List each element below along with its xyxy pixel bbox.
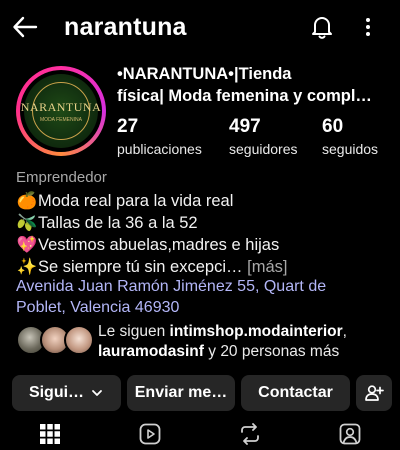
suggested-users-button[interactable] bbox=[356, 375, 392, 411]
stat-followers[interactable]: 497 seguidores bbox=[229, 116, 298, 157]
profile-full-name: •NARANTUNA•|Tienda física| Moda femenina… bbox=[117, 63, 387, 107]
sparkles-emoji-icon: ✨ bbox=[16, 258, 38, 276]
followed-by-user-1[interactable]: intimshop.modainterior bbox=[170, 323, 343, 340]
bio-line: 🍊Moda real para la vida real bbox=[16, 190, 396, 212]
stat-following[interactable]: 60 seguidos bbox=[322, 116, 378, 157]
full-name-line-2: física| Moda femenina y compl… bbox=[117, 87, 372, 105]
profile-actions: Sigui… Enviar me… Contactar bbox=[12, 375, 392, 411]
stat-following-label: seguidos bbox=[322, 141, 379, 157]
bio-text: Tallas de la 36 a la 52 bbox=[38, 214, 198, 232]
address-line-2: Poblet, Valencia 46930 bbox=[16, 299, 180, 316]
following-button-label: Sigui… bbox=[28, 384, 85, 401]
address-line-1: Avenida Juan Ramón Jiménez 55, Quart de bbox=[16, 278, 327, 295]
followed-by[interactable]: Le siguen intimshop.modainterior, lauramo… bbox=[16, 322, 396, 362]
chevron-down-icon bbox=[92, 390, 102, 396]
message-button[interactable]: Enviar me… bbox=[127, 375, 235, 411]
bio-line: ✨Se siempre tú sin excepci… [más] bbox=[16, 256, 396, 278]
stat-following-count: 60 bbox=[322, 116, 344, 137]
heart-emoji-icon: 💖 bbox=[16, 236, 38, 254]
stat-posts[interactable]: 27 publicaciones bbox=[117, 116, 202, 157]
avatar-logo-text: NARANTUNA bbox=[20, 99, 102, 114]
grid-icon[interactable] bbox=[38, 422, 62, 446]
avatar-border: NARANTUNA MODA FEMENINA bbox=[20, 70, 102, 152]
repost-icon[interactable] bbox=[238, 422, 262, 446]
profile-username: narantuna bbox=[64, 13, 187, 41]
following-button[interactable]: Sigui… bbox=[12, 375, 121, 411]
bell-icon[interactable] bbox=[310, 14, 334, 40]
add-person-icon bbox=[365, 385, 384, 401]
reels-icon[interactable] bbox=[138, 422, 162, 446]
bio-text: Se siempre tú sin excepci… bbox=[38, 258, 243, 276]
olive-emoji-icon: 🫒 bbox=[16, 214, 38, 232]
more-vertical-icon[interactable] bbox=[360, 14, 376, 40]
profile-bio: 🍊Moda real para la vida real 🫒Tallas de … bbox=[16, 190, 396, 278]
bio-more-link[interactable]: [más] bbox=[247, 258, 287, 276]
contact-button[interactable]: Contactar bbox=[241, 375, 350, 411]
stat-followers-count: 497 bbox=[229, 116, 261, 137]
arrow-left-icon[interactable] bbox=[12, 14, 38, 40]
followed-by-suffix: y 20 personas más bbox=[203, 343, 340, 360]
bio-line: 🫒Tallas de la 36 a la 52 bbox=[16, 212, 396, 234]
followed-by-user-2[interactable]: lauramodasinf bbox=[98, 343, 204, 360]
bio-line: 💖Vestimos abuelas,madres e hijas bbox=[16, 234, 396, 256]
tagged-icon[interactable] bbox=[338, 422, 362, 446]
full-name-line-1: •NARANTUNA•|Tienda bbox=[117, 65, 292, 83]
stat-posts-count: 27 bbox=[117, 116, 139, 137]
avatar-story-ring[interactable]: NARANTUNA MODA FEMENINA bbox=[16, 66, 106, 156]
bio-text: Vestimos abuelas,madres e hijas bbox=[38, 236, 280, 254]
avatar-logo-subtext: MODA FEMENINA bbox=[40, 116, 82, 123]
profile-category: Emprendedor bbox=[16, 169, 107, 186]
follower-avatar-3 bbox=[64, 325, 94, 355]
profile-address[interactable]: Avenida Juan Ramón Jiménez 55, Quart de … bbox=[16, 276, 396, 318]
followed-by-separator: , bbox=[342, 323, 347, 340]
stat-followers-label: seguidores bbox=[229, 141, 298, 157]
followed-by-text: Le siguen intimshop.modainterior, lauramo… bbox=[98, 322, 347, 362]
top-bar: narantuna bbox=[0, 0, 400, 56]
bio-text: Moda real para la vida real bbox=[38, 192, 234, 210]
orange-emoji-icon: 🍊 bbox=[16, 192, 38, 210]
followed-by-prefix: Le siguen bbox=[98, 323, 170, 340]
avatar: NARANTUNA MODA FEMENINA bbox=[21, 74, 101, 148]
profile-tabs bbox=[0, 418, 400, 450]
stat-posts-label: publicaciones bbox=[117, 141, 202, 157]
